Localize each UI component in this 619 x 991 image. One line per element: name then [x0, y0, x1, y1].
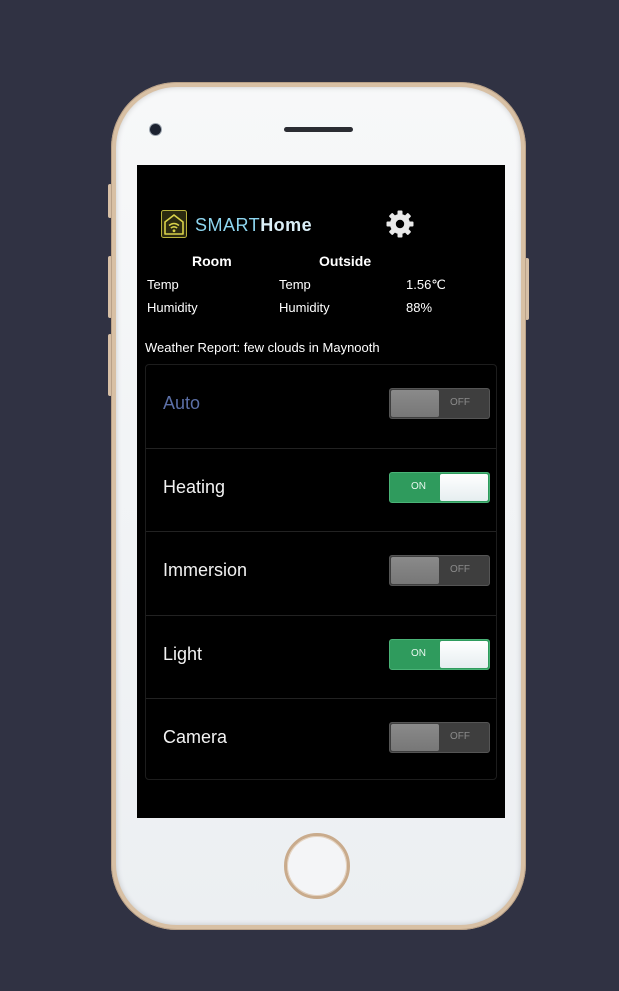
gear-icon[interactable]: [385, 209, 415, 239]
app-screen: SMARTHome Room Outside Temp Temp 1.56℃ H…: [137, 165, 505, 818]
control-row-camera: Camera OFF: [146, 699, 496, 783]
control-label-auto: Auto: [163, 393, 201, 413]
room-temp-label: Temp: [147, 277, 179, 292]
outside-temp-value: 1.56℃: [406, 277, 446, 292]
toggle-immersion[interactable]: OFF: [389, 555, 490, 586]
control-row-immersion: Immersion OFF: [146, 532, 496, 616]
outside-temp-label: Temp: [279, 277, 311, 292]
outside-heading: Outside: [319, 253, 372, 269]
toggle-light[interactable]: ON: [389, 638, 490, 670]
outside-humidity-value: 88%: [406, 300, 433, 315]
toggle-state-text: ON: [411, 480, 426, 492]
control-row-heating: Heating ON: [146, 449, 496, 532]
earpiece-speaker: [284, 127, 353, 132]
control-row-light: Light ON: [146, 616, 496, 699]
room-heading: Room: [192, 253, 232, 269]
toggle-knob: [391, 557, 439, 584]
control-label-light: Light: [163, 643, 203, 664]
toggle-heating[interactable]: ON: [389, 471, 490, 503]
weather-report: Weather Report: few clouds in Maynooth: [145, 340, 380, 355]
toggle-knob: [440, 473, 488, 501]
toggle-state-text: OFF: [450, 397, 470, 408]
toggle-knob: [391, 724, 439, 751]
toggle-auto[interactable]: OFF: [389, 388, 490, 419]
control-label-immersion: Immersion: [163, 560, 248, 580]
app-brand-title: SMARTHome: [195, 215, 312, 236]
toggle-state-text: OFF: [450, 731, 470, 742]
toggle-knob: [440, 640, 488, 668]
front-camera: [150, 124, 161, 135]
toggle-state-text: OFF: [450, 564, 470, 575]
brand-light-text: SMART: [195, 215, 261, 235]
smart-home-wifi-icon: [161, 210, 187, 238]
room-humidity-label: Humidity: [147, 300, 198, 315]
control-label-camera: Camera: [163, 727, 228, 747]
toggle-camera[interactable]: OFF: [389, 722, 490, 753]
brand-bold-text: Home: [260, 215, 313, 235]
toggle-knob: [391, 390, 439, 417]
home-button[interactable]: [284, 833, 350, 899]
device-controls-list: Auto OFF Heating ON Immersion OFF Light …: [145, 364, 497, 780]
control-row-auto: Auto OFF: [146, 365, 496, 449]
outside-humidity-label: Humidity: [279, 300, 330, 315]
control-label-heating: Heating: [163, 476, 226, 497]
toggle-state-text: ON: [411, 647, 426, 659]
